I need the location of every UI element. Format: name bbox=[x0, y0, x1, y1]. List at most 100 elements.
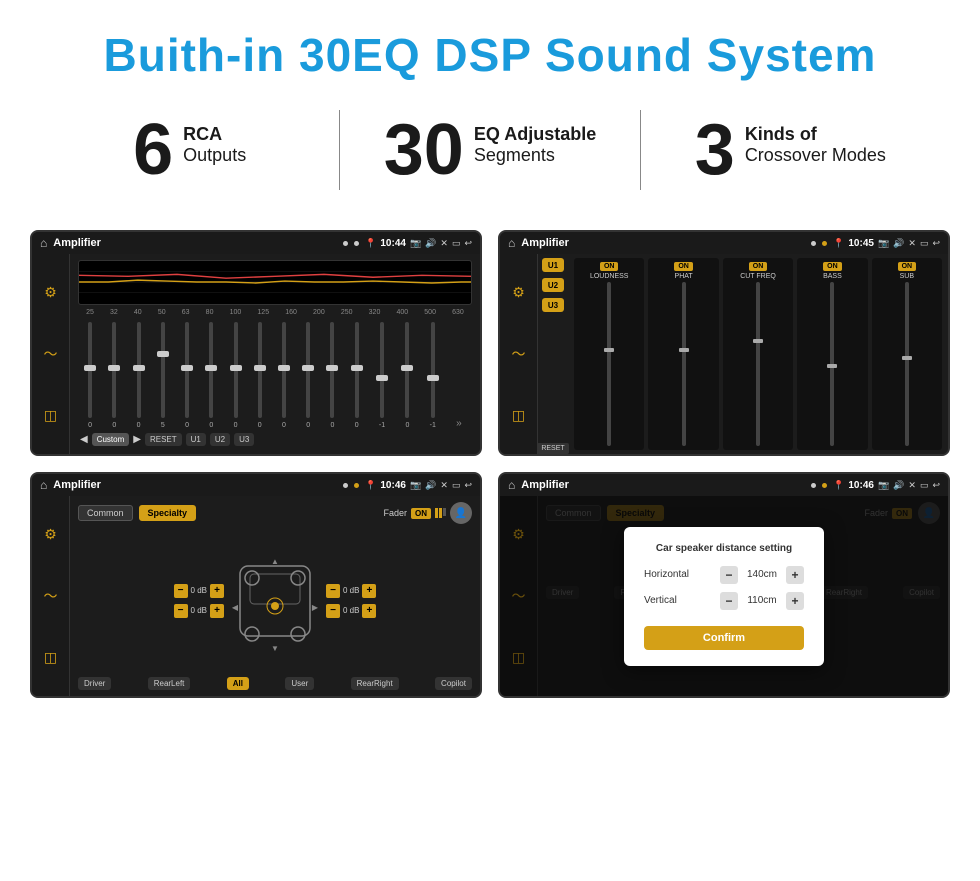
eq-icon-3[interactable]: ⚙ bbox=[44, 526, 57, 543]
left-controls: − 0 dB + − 0 dB + bbox=[174, 584, 224, 618]
location-icon: 📍 bbox=[365, 238, 376, 249]
stat-eq: 30 EQ Adjustable Segments bbox=[360, 114, 619, 186]
u3-preset[interactable]: U3 bbox=[542, 298, 564, 312]
wave-icon-3[interactable]: 〜 bbox=[44, 586, 58, 606]
minus-btn-tl[interactable]: − bbox=[174, 584, 188, 598]
sub-slider[interactable] bbox=[905, 282, 909, 446]
u1-button-1[interactable]: U1 bbox=[186, 433, 206, 446]
cutfreq-slider[interactable] bbox=[756, 282, 760, 446]
loudness-slider[interactable] bbox=[607, 282, 611, 446]
u2-button-1[interactable]: U2 bbox=[210, 433, 230, 446]
user-btn[interactable]: User bbox=[285, 677, 314, 690]
screen-dialog: ⌂ Amplifier 📍 10:46 📷 🔊 ✕ ▭ ↩ ⚙ 〜 ◫ bbox=[498, 472, 950, 698]
phat-slider[interactable] bbox=[682, 282, 686, 446]
eq-slider-3[interactable]: 0 bbox=[137, 320, 141, 429]
person-icon[interactable]: 👤 bbox=[450, 502, 472, 524]
stat-label-crossover-2: Crossover Modes bbox=[745, 145, 886, 166]
back-icon: ↩ bbox=[464, 238, 472, 249]
screen-body-2: ⚙ 〜 ◫ U1 U2 U3 RESET ON LOUDNESS bbox=[500, 254, 948, 454]
bass-slider[interactable] bbox=[830, 282, 834, 446]
camera-icon-4: 📷 bbox=[878, 480, 889, 491]
driver-btn[interactable]: Driver bbox=[78, 677, 111, 690]
stat-label-eq-2: Segments bbox=[474, 145, 596, 166]
u1-preset[interactable]: U1 bbox=[542, 258, 564, 272]
camera-icon: 📷 bbox=[410, 238, 421, 249]
eq-slider-14[interactable]: 0 bbox=[405, 320, 409, 429]
status-bar-2: ⌂ Amplifier 📍 10:45 📷 🔊 ✕ ▭ ↩ bbox=[500, 232, 948, 254]
dialog-horizontal-row: Horizontal − 140cm + bbox=[644, 566, 804, 584]
location-icon-4: 📍 bbox=[833, 480, 844, 491]
rear-right-btn[interactable]: RearRight bbox=[351, 677, 399, 690]
eq-slider-13[interactable]: -1 bbox=[379, 320, 385, 429]
plus-btn-br[interactable]: + bbox=[362, 604, 376, 618]
u3-button-1[interactable]: U3 bbox=[234, 433, 254, 446]
horizontal-minus[interactable]: − bbox=[720, 566, 738, 584]
speaker-icon-3[interactable]: ◫ bbox=[44, 649, 57, 666]
stat-label-rca-2: Outputs bbox=[183, 145, 246, 166]
plus-btn-tl[interactable]: + bbox=[210, 584, 224, 598]
dsp-reset-btn[interactable]: RESET bbox=[537, 443, 568, 454]
eq-graph bbox=[78, 260, 472, 305]
dsp-channel-sub: ON SUB bbox=[872, 258, 942, 450]
eq-slider-12[interactable]: 0 bbox=[355, 320, 359, 429]
eq-slider-4[interactable]: 5 bbox=[161, 320, 165, 429]
eq-slider-5[interactable]: 0 bbox=[185, 320, 189, 429]
eq-slider-9[interactable]: 0 bbox=[282, 320, 286, 429]
eq-slider-6[interactable]: 0 bbox=[209, 320, 213, 429]
status-dot-2 bbox=[354, 241, 359, 246]
wave-icon[interactable]: 〜 bbox=[44, 344, 58, 364]
speaker-icon-2[interactable]: ◫ bbox=[512, 407, 525, 424]
eq-slider-7[interactable]: 0 bbox=[234, 320, 238, 429]
plus-btn-tr[interactable]: + bbox=[362, 584, 376, 598]
back-icon-3: ↩ bbox=[464, 480, 472, 491]
dsp-channel-phat: ON PHAT bbox=[648, 258, 718, 450]
u2-preset[interactable]: U2 bbox=[542, 278, 564, 292]
db-val-br: 0 dB bbox=[343, 606, 359, 615]
eq-icon[interactable]: ⚙ bbox=[44, 284, 57, 301]
eq-slider-11[interactable]: 0 bbox=[330, 320, 334, 429]
bottom-controls: Driver RearLeft All User RearRight Copil… bbox=[78, 677, 472, 690]
prev-button[interactable]: ◀ bbox=[80, 434, 88, 445]
eq-slider-10[interactable]: 0 bbox=[306, 320, 310, 429]
stats-row: 6 RCA Outputs 30 EQ Adjustable Segments … bbox=[0, 100, 980, 220]
app-name-3: Amplifier bbox=[53, 479, 337, 491]
window-icon-2: ▭ bbox=[920, 238, 929, 249]
eq-slider-1[interactable]: 0 bbox=[88, 320, 92, 429]
confirm-button[interactable]: Confirm bbox=[644, 626, 804, 650]
common-tab[interactable]: Common bbox=[78, 505, 133, 521]
screenshots-grid: ⌂ Amplifier 📍 10:44 📷 🔊 ✕ ▭ ↩ ⚙ 〜 ◫ bbox=[0, 220, 980, 728]
minus-btn-tr[interactable]: − bbox=[326, 584, 340, 598]
eq-slider-2[interactable]: 0 bbox=[112, 320, 116, 429]
eq-slider-8[interactable]: 0 bbox=[258, 320, 262, 429]
car-diagram: ▲ ▼ ◀ ▶ bbox=[230, 546, 320, 656]
wave-icon-2[interactable]: 〜 bbox=[512, 344, 526, 364]
horizontal-plus[interactable]: + bbox=[786, 566, 804, 584]
eq-slider-15[interactable]: -1 bbox=[430, 320, 436, 429]
app-name-1: Amplifier bbox=[53, 237, 337, 249]
more-icon[interactable]: » bbox=[456, 418, 462, 429]
vertical-label: Vertical bbox=[644, 595, 677, 606]
vertical-minus[interactable]: − bbox=[720, 592, 738, 610]
reset-button-1[interactable]: RESET bbox=[145, 433, 182, 446]
back-icon-2: ↩ bbox=[932, 238, 940, 249]
dialog-vertical-row: Vertical − 110cm + bbox=[644, 592, 804, 610]
copilot-btn[interactable]: Copilot bbox=[435, 677, 472, 690]
eq-icon-2[interactable]: ⚙ bbox=[512, 284, 525, 301]
rear-left-btn[interactable]: RearLeft bbox=[148, 677, 191, 690]
fader-label: Fader bbox=[383, 508, 407, 518]
minus-btn-bl[interactable]: − bbox=[174, 604, 188, 618]
all-btn[interactable]: All bbox=[227, 677, 249, 690]
minus-btn-br[interactable]: − bbox=[326, 604, 340, 618]
page-title: Buith-in 30EQ DSP Sound System bbox=[0, 0, 980, 100]
dialog-box: Car speaker distance setting Horizontal … bbox=[624, 527, 824, 666]
specialty-tab[interactable]: Specialty bbox=[139, 505, 197, 521]
status-bar-4: ⌂ Amplifier 📍 10:46 📷 🔊 ✕ ▭ ↩ bbox=[500, 474, 948, 496]
play-button[interactable]: ▶ bbox=[133, 434, 141, 445]
custom-button[interactable]: Custom bbox=[92, 433, 130, 446]
plus-btn-bl[interactable]: + bbox=[210, 604, 224, 618]
speaker-icon[interactable]: ◫ bbox=[44, 407, 57, 424]
vertical-plus[interactable]: + bbox=[786, 592, 804, 610]
stat-number-eq: 30 bbox=[384, 114, 464, 186]
eq-freq-labels: 25 32 40 50 63 80 100 125 160 200 250 32… bbox=[78, 309, 472, 316]
window-icon-4: ▭ bbox=[920, 480, 929, 491]
